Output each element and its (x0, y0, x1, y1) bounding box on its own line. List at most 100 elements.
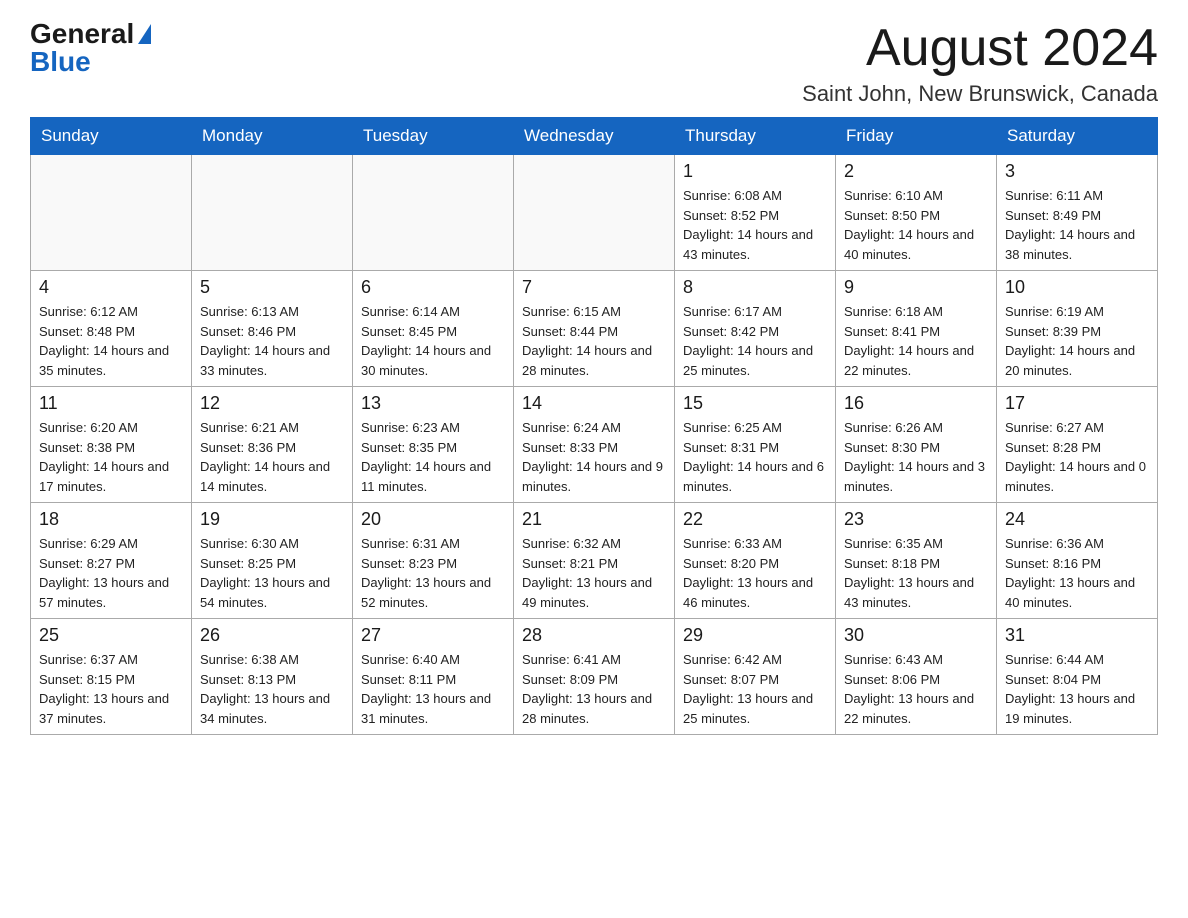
day-number: 6 (361, 277, 505, 298)
day-number: 5 (200, 277, 344, 298)
calendar-cell: 5 Sunrise: 6:13 AMSunset: 8:46 PMDaylight… (192, 271, 353, 387)
calendar-cell: 2Sunrise: 6:10 AMSunset: 8:50 PMDaylight… (836, 155, 997, 271)
calendar-cell: 7Sunrise: 6:15 AMSunset: 8:44 PMDaylight… (514, 271, 675, 387)
day-number: 7 (522, 277, 666, 298)
day-number: 19 (200, 509, 344, 530)
day-info: Sunrise: 6:26 AMSunset: 8:30 PMDaylight:… (844, 420, 985, 494)
day-number: 31 (1005, 625, 1149, 646)
day-number: 10 (1005, 277, 1149, 298)
day-info: Sunrise: 6:38 AMSunset: 8:13 PMDaylight:… (200, 652, 330, 726)
calendar-cell: 11 Sunrise: 6:20 AMSunset: 8:38 PMDayligh… (31, 387, 192, 503)
day-number: 3 (1005, 161, 1149, 182)
day-number: 21 (522, 509, 666, 530)
calendar-cell: 24Sunrise: 6:36 AMSunset: 8:16 PMDayligh… (997, 503, 1158, 619)
day-info: Sunrise: 6:21 AMSunset: 8:36 PMDaylight:… (200, 420, 330, 494)
page-header: General Blue August 2024 Saint John, New… (30, 20, 1158, 107)
calendar-cell: 19 Sunrise: 6:30 AMSunset: 8:25 PMDayligh… (192, 503, 353, 619)
title-section: August 2024 Saint John, New Brunswick, C… (802, 20, 1158, 107)
day-info: Sunrise: 6:12 AMSunset: 8:48 PMDaylight:… (39, 304, 169, 378)
logo-blue: Blue (30, 46, 91, 77)
day-number: 12 (200, 393, 344, 414)
day-number: 11 (39, 393, 183, 414)
day-number: 23 (844, 509, 988, 530)
calendar-cell: 8 Sunrise: 6:17 AMSunset: 8:42 PMDaylight… (675, 271, 836, 387)
calendar-cell: 30 Sunrise: 6:43 AMSunset: 8:06 PMDayligh… (836, 619, 997, 735)
day-info: Sunrise: 6:10 AMSunset: 8:50 PMDaylight:… (844, 188, 974, 262)
day-info: Sunrise: 6:32 AMSunset: 8:21 PMDaylight:… (522, 536, 652, 610)
day-info: Sunrise: 6:44 AMSunset: 8:04 PMDaylight:… (1005, 652, 1135, 726)
day-number: 28 (522, 625, 666, 646)
calendar-cell: 29 Sunrise: 6:42 AMSunset: 8:07 PMDayligh… (675, 619, 836, 735)
calendar-cell (514, 155, 675, 271)
calendar-cell: 25 Sunrise: 6:37 AMSunset: 8:15 PMDayligh… (31, 619, 192, 735)
day-number: 8 (683, 277, 827, 298)
calendar-cell: 26Sunrise: 6:38 AMSunset: 8:13 PMDayligh… (192, 619, 353, 735)
day-info: Sunrise: 6:43 AMSunset: 8:06 PMDaylight:… (844, 652, 974, 726)
calendar-cell: 21 Sunrise: 6:32 AMSunset: 8:21 PMDayligh… (514, 503, 675, 619)
calendar-cell: 14Sunrise: 6:24 AMSunset: 8:33 PMDayligh… (514, 387, 675, 503)
logo: General Blue (30, 20, 151, 76)
day-info: Sunrise: 6:23 AMSunset: 8:35 PMDaylight:… (361, 420, 491, 494)
day-info: Sunrise: 6:27 AMSunset: 8:28 PMDaylight:… (1005, 420, 1146, 494)
day-info: Sunrise: 6:20 AMSunset: 8:38 PMDaylight:… (39, 420, 169, 494)
calendar-cell: 23 Sunrise: 6:35 AMSunset: 8:18 PMDayligh… (836, 503, 997, 619)
day-info: Sunrise: 6:11 AMSunset: 8:49 PMDaylight:… (1005, 188, 1135, 262)
day-info: Sunrise: 6:25 AMSunset: 8:31 PMDaylight:… (683, 420, 824, 494)
calendar-week-5: 25 Sunrise: 6:37 AMSunset: 8:15 PMDayligh… (31, 619, 1158, 735)
day-info: Sunrise: 6:35 AMSunset: 8:18 PMDaylight:… (844, 536, 974, 610)
calendar-week-3: 11 Sunrise: 6:20 AMSunset: 8:38 PMDayligh… (31, 387, 1158, 503)
calendar-cell: 4 Sunrise: 6:12 AMSunset: 8:48 PMDaylight… (31, 271, 192, 387)
calendar-cell: 17 Sunrise: 6:27 AMSunset: 8:28 PMDayligh… (997, 387, 1158, 503)
weekday-header-sunday: Sunday (31, 118, 192, 155)
calendar-cell: 15Sunrise: 6:25 AMSunset: 8:31 PMDayligh… (675, 387, 836, 503)
weekday-header-friday: Friday (836, 118, 997, 155)
day-info: Sunrise: 6:33 AMSunset: 8:20 PMDaylight:… (683, 536, 813, 610)
calendar-cell: 9 Sunrise: 6:18 AMSunset: 8:41 PMDaylight… (836, 271, 997, 387)
day-number: 30 (844, 625, 988, 646)
calendar-cell: 18Sunrise: 6:29 AMSunset: 8:27 PMDayligh… (31, 503, 192, 619)
day-number: 25 (39, 625, 183, 646)
calendar-cell: 1Sunrise: 6:08 AMSunset: 8:52 PMDaylight… (675, 155, 836, 271)
calendar-cell: 6 Sunrise: 6:14 AMSunset: 8:45 PMDaylight… (353, 271, 514, 387)
calendar-cell (192, 155, 353, 271)
logo-triangle-icon (138, 24, 151, 44)
day-info: Sunrise: 6:13 AMSunset: 8:46 PMDaylight:… (200, 304, 330, 378)
day-info: Sunrise: 6:31 AMSunset: 8:23 PMDaylight:… (361, 536, 491, 610)
calendar-table: SundayMondayTuesdayWednesdayThursdayFrid… (30, 117, 1158, 735)
day-info: Sunrise: 6:30 AMSunset: 8:25 PMDaylight:… (200, 536, 330, 610)
calendar-body: 1Sunrise: 6:08 AMSunset: 8:52 PMDaylight… (31, 155, 1158, 735)
day-number: 17 (1005, 393, 1149, 414)
day-info: Sunrise: 6:36 AMSunset: 8:16 PMDaylight:… (1005, 536, 1135, 610)
calendar-week-2: 4 Sunrise: 6:12 AMSunset: 8:48 PMDaylight… (31, 271, 1158, 387)
day-number: 22 (683, 509, 827, 530)
day-info: Sunrise: 6:37 AMSunset: 8:15 PMDaylight:… (39, 652, 169, 726)
day-info: Sunrise: 6:42 AMSunset: 8:07 PMDaylight:… (683, 652, 813, 726)
calendar-cell: 10 Sunrise: 6:19 AMSunset: 8:39 PMDayligh… (997, 271, 1158, 387)
month-title: August 2024 (802, 20, 1158, 77)
calendar-week-1: 1Sunrise: 6:08 AMSunset: 8:52 PMDaylight… (31, 155, 1158, 271)
calendar-cell: 22 Sunrise: 6:33 AMSunset: 8:20 PMDayligh… (675, 503, 836, 619)
day-info: Sunrise: 6:40 AMSunset: 8:11 PMDaylight:… (361, 652, 491, 726)
calendar-cell (353, 155, 514, 271)
day-info: Sunrise: 6:19 AMSunset: 8:39 PMDaylight:… (1005, 304, 1135, 378)
day-number: 27 (361, 625, 505, 646)
calendar-header-row: SundayMondayTuesdayWednesdayThursdayFrid… (31, 118, 1158, 155)
calendar-cell: 12 Sunrise: 6:21 AMSunset: 8:36 PMDayligh… (192, 387, 353, 503)
day-info: Sunrise: 6:18 AMSunset: 8:41 PMDaylight:… (844, 304, 974, 378)
day-number: 4 (39, 277, 183, 298)
weekday-header-saturday: Saturday (997, 118, 1158, 155)
day-info: Sunrise: 6:14 AMSunset: 8:45 PMDaylight:… (361, 304, 491, 378)
weekday-header-thursday: Thursday (675, 118, 836, 155)
day-info: Sunrise: 6:29 AMSunset: 8:27 PMDaylight:… (39, 536, 169, 610)
calendar-cell: 16Sunrise: 6:26 AMSunset: 8:30 PMDayligh… (836, 387, 997, 503)
day-info: Sunrise: 6:41 AMSunset: 8:09 PMDaylight:… (522, 652, 652, 726)
calendar-week-4: 18Sunrise: 6:29 AMSunset: 8:27 PMDayligh… (31, 503, 1158, 619)
calendar-cell: 28 Sunrise: 6:41 AMSunset: 8:09 PMDayligh… (514, 619, 675, 735)
day-number: 9 (844, 277, 988, 298)
location-title: Saint John, New Brunswick, Canada (802, 81, 1158, 107)
day-number: 29 (683, 625, 827, 646)
calendar-cell: 3 Sunrise: 6:11 AMSunset: 8:49 PMDaylight… (997, 155, 1158, 271)
day-info: Sunrise: 6:17 AMSunset: 8:42 PMDaylight:… (683, 304, 813, 378)
day-info: Sunrise: 6:24 AMSunset: 8:33 PMDaylight:… (522, 420, 663, 494)
logo-general: General (30, 20, 134, 48)
